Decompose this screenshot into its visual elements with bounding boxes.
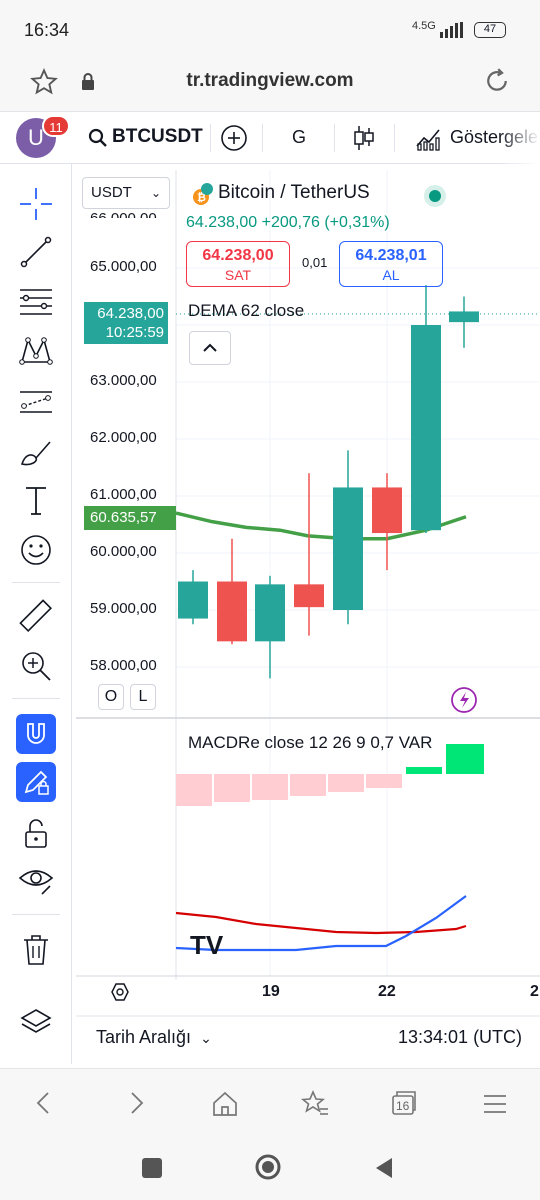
visibility-icon[interactable] (16, 860, 56, 900)
fib-retracement-icon[interactable] (16, 282, 56, 322)
candle-type-icon[interactable] (352, 124, 376, 152)
crosshair-icon[interactable] (16, 184, 56, 224)
candle (294, 473, 324, 636)
network-indicator: 4.5G (412, 20, 436, 32)
trend-line-icon[interactable] (16, 232, 56, 272)
buy-label: AL (382, 267, 400, 283)
notification-badge: 11 (42, 115, 70, 137)
magnet-icon (27, 723, 45, 744)
price-axis-label: 61.000,00 (90, 486, 157, 503)
price-axis-label: 65.000,00 (90, 258, 157, 275)
bookmarks-icon[interactable] (300, 1089, 330, 1119)
sell-button[interactable]: 64.238,00 SAT (186, 241, 290, 287)
chevron-up-icon (203, 343, 217, 352)
zoom-in-icon[interactable] (16, 646, 56, 686)
url-text[interactable]: tr.tradingview.com (0, 70, 540, 92)
macd-indicator-label[interactable]: MACDRe close 12 26 9 0,7 VAR (188, 733, 432, 753)
sell-price: 64.238,00 (202, 247, 274, 264)
browser-bottom-nav: 16 (0, 1068, 540, 1138)
interval-button[interactable]: G (292, 127, 306, 148)
time-axis-label: 19 (262, 983, 280, 1000)
drawing-toolbar (0, 164, 72, 1064)
search-icon[interactable] (88, 128, 108, 148)
menu-icon[interactable] (482, 1091, 508, 1117)
symbol-search-button[interactable]: BTCUSDT (112, 126, 203, 148)
candle (333, 450, 363, 625)
back-icon[interactable] (30, 1089, 58, 1117)
chevron-down-icon: ⌄ (200, 1030, 212, 1046)
browser-url-bar: tr.tradingview.com (0, 60, 540, 112)
collapse-legend-button[interactable] (189, 331, 231, 365)
dema-value-tag: 60.635,57 (84, 506, 176, 530)
ohlc-toggle-button[interactable]: O (98, 684, 124, 710)
candle (449, 296, 479, 348)
pencil-lock-icon (24, 770, 49, 795)
ruler-icon[interactable] (16, 596, 56, 636)
spread-value: 0,01 (302, 255, 328, 270)
emoji-icon[interactable] (16, 530, 56, 570)
settings-hex-icon[interactable] (111, 983, 129, 1001)
current-price-tag: 64.238,00 10:25:59 (84, 302, 168, 344)
currency-select[interactable]: USDT ⌄ (82, 177, 170, 209)
candle (217, 538, 247, 645)
last-price-change: 64.238,00 +200,76 (+0,31%) (186, 214, 390, 231)
price-axis-label: 58.000,00 (90, 657, 157, 674)
recents-icon[interactable] (142, 1158, 162, 1178)
log-scale-button[interactable]: L (130, 684, 156, 710)
unlock-icon[interactable] (16, 814, 56, 854)
status-time: 16:34 (24, 20, 70, 40)
trash-icon[interactable] (16, 930, 56, 970)
pattern-icon[interactable] (16, 332, 56, 372)
signal-icon (440, 22, 463, 38)
time-axis-label: 22 (378, 983, 396, 1000)
lightning-icon[interactable] (451, 687, 477, 713)
price-axis-label: 62.000,00 (90, 429, 157, 446)
home-circle-icon[interactable] (254, 1153, 282, 1181)
macd-histogram (176, 744, 484, 806)
battery-indicator: 47 (474, 22, 506, 38)
current-price-value: 64.238,00 (97, 305, 164, 322)
back-triangle-icon[interactable] (372, 1156, 396, 1180)
chart-title[interactable]: Bitcoin / TetherUS (218, 182, 370, 204)
brush-icon[interactable] (16, 432, 56, 472)
tradingview-logo: TV (190, 930, 224, 960)
text-tool-icon[interactable] (16, 480, 56, 520)
utc-clock[interactable]: 13:34:01 (UTC) (398, 1027, 522, 1048)
buy-button[interactable]: 64.238,01 AL (339, 241, 443, 287)
time-axis-label: 2 (530, 983, 539, 1000)
top-toolbar: U 11 BTCUSDT G Göstergeler (0, 112, 540, 164)
date-range-label: Tarih Aralığı (96, 1027, 192, 1047)
chevron-down-icon: ⌄ (150, 186, 161, 200)
price-axis-label: 63.000,00 (90, 372, 157, 389)
indicators-icon[interactable] (414, 124, 442, 152)
candle (411, 285, 441, 534)
magnet-button[interactable] (16, 714, 56, 754)
status-bar: 16:34 4.5G 47 (0, 0, 540, 60)
candle (255, 575, 285, 679)
bar-countdown: 10:25:59 (105, 324, 164, 341)
lock-drawing-button[interactable] (16, 762, 56, 802)
forward-icon[interactable] (122, 1089, 150, 1117)
currency-select-value: USDT (91, 184, 132, 201)
market-status-indicator[interactable] (424, 185, 446, 207)
sell-label: SAT (224, 267, 252, 283)
btc-logo-icon: ₿ (193, 183, 213, 205)
buy-price: 64.238,01 (355, 247, 427, 264)
compare-add-icon[interactable] (220, 124, 248, 152)
home-icon[interactable] (210, 1089, 240, 1119)
object-tree-icon[interactable] (16, 1002, 56, 1042)
price-axis-clipped: 66.000,00 (90, 210, 157, 218)
price-axis-label: 59.000,00 (90, 600, 157, 617)
tab-count: 16 (396, 1099, 410, 1113)
price-axis-label: 60.000,00 (90, 543, 157, 560)
candle (178, 570, 208, 625)
date-range-button[interactable]: Tarih Aralığı ⌄ (96, 1027, 212, 1048)
dema-indicator-label[interactable]: DEMA 62 close (188, 301, 304, 321)
system-nav-bar (0, 1138, 540, 1200)
tabs-button[interactable]: 16 (390, 1089, 418, 1117)
reload-icon[interactable] (482, 66, 512, 96)
forecast-icon[interactable] (16, 382, 56, 422)
candle (372, 473, 402, 571)
